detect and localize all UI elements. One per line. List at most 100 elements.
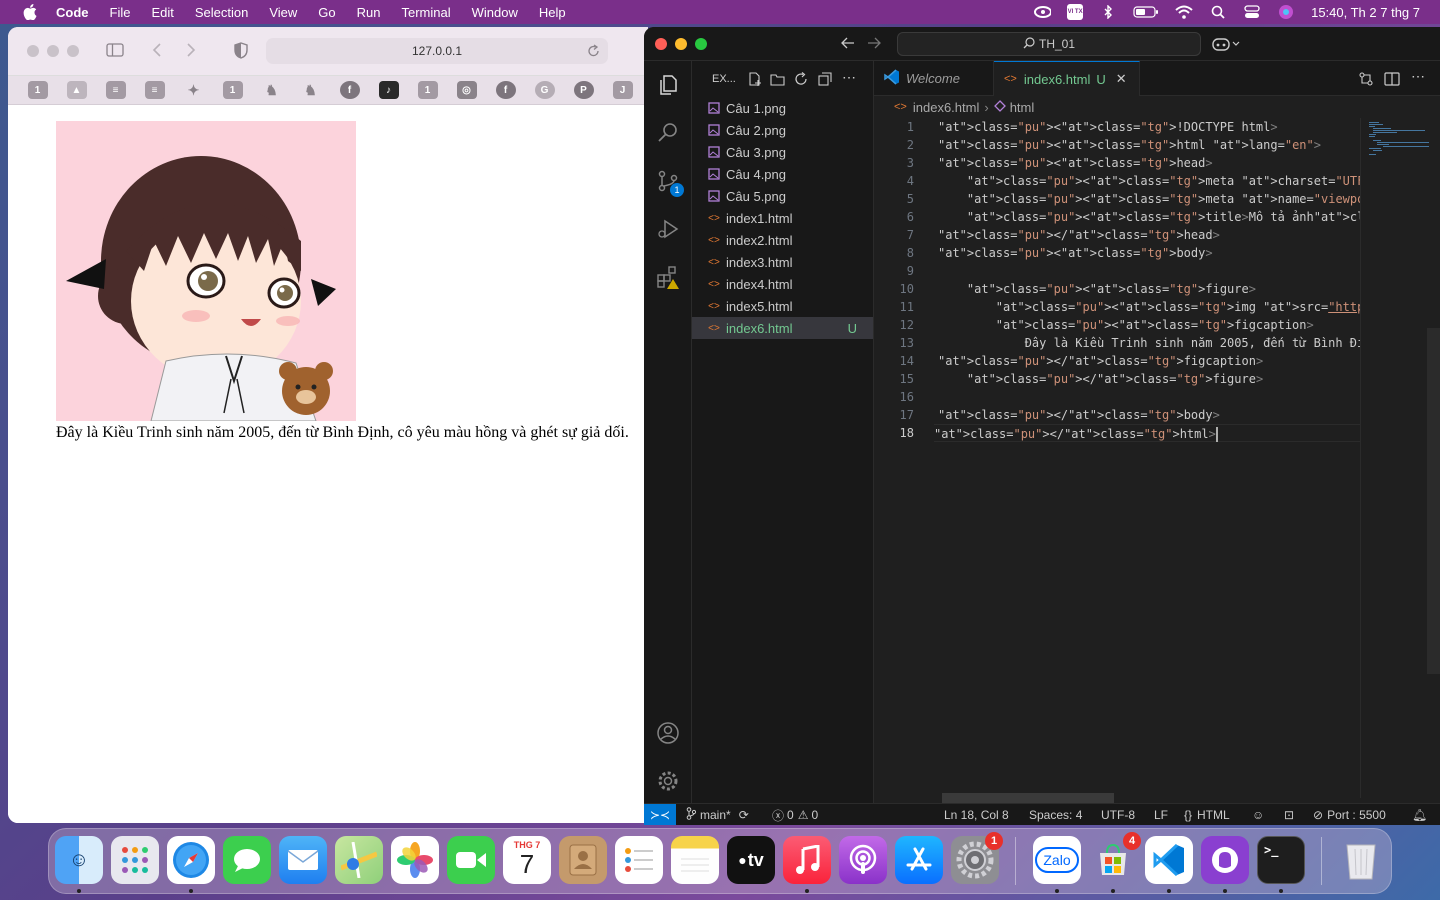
indentation-setting[interactable]: Spaces: 4 xyxy=(1029,804,1082,825)
notes-icon[interactable] xyxy=(671,836,719,884)
safari-icon[interactable] xyxy=(167,836,215,884)
code-line[interactable]: "at">class="pu"><"at">class="tg">figcapt… xyxy=(938,316,1314,334)
finder-icon[interactable]: ☺ xyxy=(55,836,103,884)
more-actions-icon[interactable]: ⋯ xyxy=(842,69,856,86)
favorite-pinterest-icon[interactable]: P xyxy=(573,81,594,99)
favorite-drive-icon[interactable]: ▲ xyxy=(66,81,87,99)
siri-icon[interactable] xyxy=(1277,5,1295,19)
nav-forward-icon[interactable] xyxy=(867,36,881,53)
copilot-icon[interactable] xyxy=(1212,36,1240,55)
mail-icon[interactable] xyxy=(279,836,327,884)
menu-terminal[interactable]: Terminal xyxy=(402,5,451,20)
code-line[interactable]: "at">class="pu"><"at">class="tg">meta "a… xyxy=(938,190,1360,208)
menu-help[interactable]: Help xyxy=(539,5,566,20)
privacy-shield-icon[interactable] xyxy=(234,42,248,64)
music-icon[interactable] xyxy=(783,836,831,884)
minimap[interactable] xyxy=(1360,118,1440,798)
settings-gear-icon[interactable] xyxy=(656,769,680,793)
favorite-bird-icon[interactable]: ♞ xyxy=(301,81,321,99)
refresh-icon[interactable] xyxy=(794,72,808,89)
forward-chevron-icon[interactable] xyxy=(186,42,196,63)
code-line[interactable]: "at">class="pu"></"at">class="tg">figure… xyxy=(938,370,1263,388)
file-item[interactable]: <> index1.html xyxy=(692,207,873,229)
maps-icon[interactable] xyxy=(335,836,383,884)
file-item[interactable]: <> index6.html U xyxy=(692,317,873,339)
photos-icon[interactable] xyxy=(391,836,439,884)
keyboard-input-icon[interactable]: VI TX xyxy=(1067,4,1084,20)
live-server-indicator[interactable]: ⊘ Port : 5500 xyxy=(1313,804,1386,825)
search-icon[interactable] xyxy=(656,121,680,145)
favorite-item[interactable]: 1 xyxy=(27,81,48,99)
tab-welcome[interactable]: Welcome xyxy=(874,61,994,96)
favorite-facebook-icon[interactable]: f xyxy=(495,81,516,99)
zoom-window-button[interactable] xyxy=(695,38,707,50)
minimize-window-button[interactable] xyxy=(47,45,59,57)
code-line[interactable]: "at">class="pu"></"at">class="tg">figcap… xyxy=(938,352,1263,370)
cursor-position[interactable]: Ln 18, Col 8 xyxy=(944,804,1009,825)
wifi-icon[interactable] xyxy=(1175,5,1193,19)
file-item[interactable]: <> index5.html xyxy=(692,295,873,317)
copilot-status-icon[interactable]: ☺ xyxy=(1252,804,1264,825)
menubar-clock[interactable]: 15:40, Th 2 7 thg 7 xyxy=(1311,5,1420,20)
zalo-icon[interactable]: Zalo xyxy=(1033,836,1081,884)
language-mode[interactable]: {} HTML xyxy=(1184,804,1230,825)
code-line[interactable]: "at">class="pu"><"at">class="tg">title>M… xyxy=(938,208,1360,226)
file-item[interactable]: Câu 5.png xyxy=(692,185,873,207)
podcasts-icon[interactable] xyxy=(839,836,887,884)
tab-index6-html[interactable]: <> index6.html U ✕ xyxy=(994,61,1140,96)
code-line[interactable]: "at">class="pu"></"at">class="tg">html> xyxy=(934,424,1360,442)
zoom-window-button[interactable] xyxy=(67,45,79,57)
git-branch-indicator[interactable]: main* ⟳ xyxy=(686,804,749,825)
favorite-doc-icon[interactable]: ≡ xyxy=(144,81,165,99)
breadcrumb-file[interactable]: index6.html xyxy=(913,100,979,115)
bluetooth-icon[interactable] xyxy=(1099,5,1117,19)
close-tab-icon[interactable]: ✕ xyxy=(1116,71,1127,87)
code-line[interactable]: "at">class="pu"></"at">class="tg">head> xyxy=(938,226,1220,244)
collapse-all-icon[interactable] xyxy=(818,72,832,89)
favorite-bird-icon[interactable]: ♞ xyxy=(262,81,282,99)
menu-window[interactable]: Window xyxy=(472,5,518,20)
favorite-google-icon[interactable]: G xyxy=(534,81,555,99)
sync-icon[interactable]: ⟳ xyxy=(739,808,749,822)
favorite-instagram-icon[interactable]: ◎ xyxy=(456,81,477,99)
sidebar-toggle-icon[interactable] xyxy=(106,43,124,62)
breadcrumb-symbol[interactable]: html xyxy=(1010,100,1035,115)
file-item[interactable]: Câu 1.png xyxy=(692,97,873,119)
new-file-icon[interactable] xyxy=(748,72,762,89)
address-bar[interactable]: 127.0.0.1 xyxy=(266,38,608,64)
menu-edit[interactable]: Edit xyxy=(151,5,173,20)
open-changes-icon[interactable] xyxy=(1358,71,1374,90)
more-actions-icon[interactable]: ⋯ xyxy=(1411,68,1425,85)
explorer-icon[interactable] xyxy=(656,73,680,97)
app-store-icon[interactable] xyxy=(895,836,943,884)
battery-icon[interactable] xyxy=(1133,5,1159,19)
menu-run[interactable]: Run xyxy=(357,5,381,20)
remote-indicator-icon[interactable]: ≻≺ xyxy=(644,804,676,825)
back-chevron-icon[interactable] xyxy=(152,42,162,63)
file-item[interactable]: Câu 3.png xyxy=(692,141,873,163)
apple-tv-icon[interactable]: ● tv xyxy=(727,836,775,884)
code-editor[interactable]: 1 "at">class="pu"><"at">class="tg">!DOCTY… xyxy=(874,118,1360,798)
reminders-icon[interactable] xyxy=(615,836,663,884)
control-center-icon[interactable] xyxy=(1243,5,1261,19)
notifications-bell-icon[interactable]: 🔔︎ xyxy=(1412,804,1427,825)
creative-cloud-icon[interactable] xyxy=(1033,5,1052,19)
reload-icon[interactable] xyxy=(587,44,600,61)
close-window-button[interactable] xyxy=(27,45,39,57)
account-icon[interactable] xyxy=(656,721,680,745)
line-ending-setting[interactable]: LF xyxy=(1154,804,1168,825)
microsoft-store-icon[interactable]: 4 xyxy=(1089,832,1141,884)
messages-icon[interactable] xyxy=(223,836,271,884)
run-debug-icon[interactable] xyxy=(656,217,680,241)
favorite-sparkle-icon[interactable]: ✦ xyxy=(184,81,204,99)
file-item[interactable]: Câu 4.png xyxy=(692,163,873,185)
code-line[interactable]: "at">class="pu"><"at">class="tg">!DOCTYP… xyxy=(938,118,1278,136)
favorite-doc-icon[interactable]: ≡ xyxy=(105,81,126,99)
vscode-dock-icon[interactable] xyxy=(1145,836,1193,884)
file-item[interactable]: <> index2.html xyxy=(692,229,873,251)
encoding-setting[interactable]: UTF-8 xyxy=(1101,804,1135,825)
code-line[interactable]: "at">class="pu"><"at">class="tg">body> xyxy=(938,244,1213,262)
close-window-button[interactable] xyxy=(655,38,667,50)
contacts-icon[interactable] xyxy=(559,836,607,884)
menu-go[interactable]: Go xyxy=(318,5,335,20)
